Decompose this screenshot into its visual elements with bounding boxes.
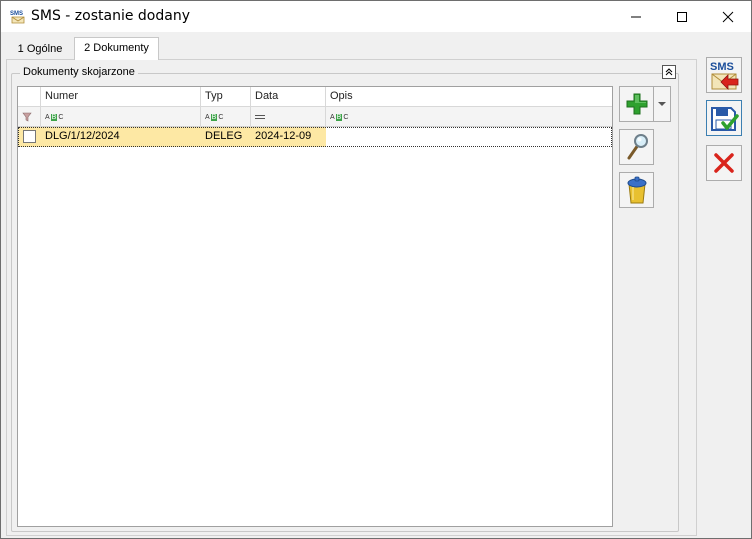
text-filter-icon: ABC <box>45 113 64 121</box>
cell-opis <box>326 127 612 147</box>
row-checkbox[interactable] <box>23 130 36 143</box>
tab-general[interactable]: 1 Ogólne <box>9 39 71 61</box>
filter-typ[interactable]: ABC <box>201 107 251 127</box>
save-button[interactable] <box>706 100 742 136</box>
column-header-select[interactable] <box>18 87 41 107</box>
trash-bin-icon <box>627 176 646 204</box>
magnifier-icon <box>627 134 648 160</box>
minimize-button[interactable] <box>613 1 659 32</box>
add-options-dropdown[interactable] <box>653 86 671 122</box>
filter-icon <box>22 112 32 122</box>
title-bar[interactable]: SMS SMS - zostanie dodany <box>1 1 751 32</box>
row-select-cell <box>18 127 41 147</box>
column-header-numer[interactable]: Numer <box>41 87 201 107</box>
filter-toggle[interactable] <box>18 107 41 127</box>
cell-data: 2024-12-09 <box>251 127 326 147</box>
filter-numer[interactable]: ABC <box>41 107 201 127</box>
maximize-button[interactable] <box>659 1 705 32</box>
sms-send-icon: SMS <box>710 61 739 90</box>
double-chevron-up-icon <box>665 68 673 76</box>
collapse-button[interactable] <box>662 65 676 79</box>
column-header-opis[interactable]: Opis <box>326 87 612 107</box>
cell-typ: DELEG <box>201 127 251 147</box>
dropdown-arrow-icon <box>658 102 666 106</box>
text-filter-icon: ABC <box>330 113 349 121</box>
table-row[interactable]: DLG/1/12/2024 DELEG 2024-12-09 <box>18 127 612 147</box>
tab-documents[interactable]: 2 Dokumenty <box>74 37 159 60</box>
cell-numer: DLG/1/12/2024 <box>41 127 201 147</box>
send-sms-button[interactable]: SMS <box>706 57 742 93</box>
preview-document-button[interactable] <box>619 129 654 165</box>
red-x-icon <box>714 153 734 173</box>
plus-icon <box>626 93 647 115</box>
text-filter-icon: ABC <box>205 113 224 121</box>
group-title: Dokumenty skojarzone <box>20 66 138 78</box>
maximize-icon <box>677 11 687 22</box>
column-header-typ[interactable]: Typ <box>201 87 251 107</box>
save-disk-icon <box>711 107 739 131</box>
grid-header: Numer Typ Data Opis <box>18 87 612 107</box>
filter-opis[interactable]: ABC <box>326 107 612 127</box>
sms-app-icon: SMS <box>10 11 25 24</box>
delete-document-button[interactable] <box>619 172 654 208</box>
svg-text:SMS: SMS <box>10 11 23 17</box>
dialog-window: SMS SMS - zostanie dodany 1 Ogólne 2 Dok… <box>0 0 752 539</box>
svg-text:SMS: SMS <box>710 61 734 73</box>
close-icon <box>722 11 734 22</box>
window-title: SMS - zostanie dodany <box>31 8 190 24</box>
close-window-button[interactable] <box>705 1 751 32</box>
filter-data[interactable] <box>251 107 326 127</box>
column-header-data[interactable]: Data <box>251 87 326 107</box>
filter-row: ABC ABC ABC <box>18 107 612 127</box>
documents-grid: Numer Typ Data Opis ABC ABC ABC DLG/1/12… <box>17 86 613 527</box>
add-document-button[interactable] <box>619 86 654 122</box>
minimize-icon <box>631 16 641 17</box>
cancel-button[interactable] <box>706 145 742 181</box>
equals-filter-icon <box>255 115 265 119</box>
